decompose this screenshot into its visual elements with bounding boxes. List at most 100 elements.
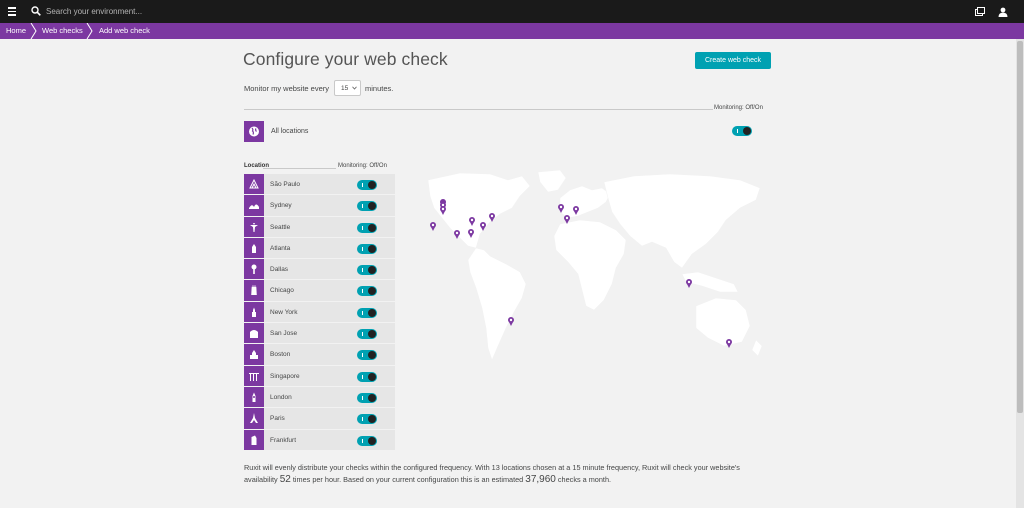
location-icon-box xyxy=(244,280,264,301)
location-icon-box xyxy=(244,216,264,237)
greenland-shape xyxy=(537,169,567,193)
divider xyxy=(244,109,713,110)
location-row-dallas: Dallas xyxy=(244,259,395,281)
location-name: São Paulo xyxy=(270,181,300,188)
frequency-label: Monitor my website every xyxy=(244,84,330,93)
sao-paulo-landmark-icon xyxy=(249,179,259,189)
windows-icon[interactable] xyxy=(975,7,985,16)
sydney-opera-house-icon xyxy=(249,204,259,210)
monitoring-label: Monitoring: Off/On xyxy=(714,105,763,111)
top-bar xyxy=(0,0,1024,23)
frankfurt-building-icon xyxy=(251,435,257,445)
location-row-atlanta: Atlanta xyxy=(244,237,395,260)
location-icon-box xyxy=(244,365,264,386)
singapore-landmark-icon xyxy=(249,372,259,381)
map-pin-icon xyxy=(430,222,436,231)
breadcrumb-separator-icon xyxy=(30,23,37,39)
chevron-down-icon xyxy=(352,86,357,90)
location-name: Boston xyxy=(270,351,291,359)
scrollbar-thumb[interactable] xyxy=(1017,41,1023,413)
frequency-select[interactable]: 15 xyxy=(334,80,361,96)
location-monitoring-toggle[interactable] xyxy=(357,350,377,361)
location-row-boston: Boston xyxy=(244,344,395,366)
page-title: Configure your web check xyxy=(243,49,448,69)
menu-icon[interactable] xyxy=(8,7,16,18)
location-icon-box xyxy=(244,386,264,408)
africa-shape xyxy=(553,219,627,311)
location-name: Singapore xyxy=(270,372,300,380)
location-name: Seattle xyxy=(270,223,291,231)
checks-per-month: 37,960 xyxy=(525,474,556,485)
location-name: San Jose xyxy=(270,330,298,338)
breadcrumb-separator-icon xyxy=(86,23,93,39)
location-row-san-jose: San Jose xyxy=(244,323,395,345)
world-map xyxy=(427,169,763,361)
new-york-building-icon xyxy=(252,307,256,317)
location-monitoring-toggle[interactable] xyxy=(357,180,377,190)
create-web-check-button[interactable]: Create web check xyxy=(695,52,771,69)
breadcrumb: Home Web checks Add web check xyxy=(0,23,1024,39)
location-name: London xyxy=(270,393,292,401)
atlanta-building-icon xyxy=(252,243,256,253)
location-row-singapore: Singapore xyxy=(244,365,395,387)
location-monitoring-toggle[interactable] xyxy=(357,222,377,233)
eiffel-tower-icon xyxy=(250,413,258,424)
location-list: São Paulo Sydney Seattle Atlanta Dallas Chica… xyxy=(244,174,395,451)
all-locations-toggle[interactable] xyxy=(732,126,752,136)
location-row-london: London xyxy=(244,386,395,409)
user-icon[interactable] xyxy=(998,7,1008,17)
location-row-new-york: New York xyxy=(244,301,395,324)
divider xyxy=(263,168,336,169)
monitoring-header: Monitoring: Off/On xyxy=(338,163,387,169)
location-monitoring-toggle[interactable] xyxy=(357,329,377,340)
map-pin-icon xyxy=(686,279,692,288)
europe-shape xyxy=(559,185,611,219)
location-icon-box xyxy=(244,301,264,323)
san-jose-building-icon xyxy=(250,330,258,339)
location-row-frankfurt: Frankfurt xyxy=(244,429,395,451)
location-icon-box xyxy=(244,408,264,429)
location-icon-box xyxy=(244,195,264,216)
continents xyxy=(427,169,763,361)
new-zealand-shape xyxy=(751,339,763,357)
boston-building-icon xyxy=(250,350,258,360)
checks-per-hour: 52 xyxy=(279,474,291,485)
search-input[interactable] xyxy=(46,3,346,20)
location-name: Chicago xyxy=(270,287,294,295)
location-monitoring-toggle[interactable] xyxy=(357,392,377,403)
location-row-chicago: Chicago xyxy=(244,280,395,302)
location-icon-box xyxy=(244,323,264,344)
location-name: Frankfurt xyxy=(270,436,297,444)
location-row-sydney: Sydney xyxy=(244,195,395,217)
space-needle-icon xyxy=(250,222,258,232)
breadcrumb-web-checks[interactable]: Web checks xyxy=(42,23,83,39)
location-monitoring-toggle[interactable] xyxy=(357,286,377,297)
location-name: Sydney xyxy=(270,202,292,210)
location-monitoring-toggle[interactable] xyxy=(357,435,377,446)
breadcrumb-home[interactable]: Home xyxy=(6,23,26,39)
globe-icon xyxy=(244,121,264,142)
location-icon-box xyxy=(244,174,264,195)
location-name: Dallas xyxy=(270,266,289,274)
frequency-value: 15 xyxy=(341,85,349,92)
location-monitoring-toggle[interactable] xyxy=(357,201,377,212)
search-icon[interactable] xyxy=(31,6,41,16)
footer-text-2: times per hour. Based on your current co… xyxy=(292,475,524,484)
big-ben-icon xyxy=(252,392,256,402)
footer-text-3: checks a month. xyxy=(557,475,612,484)
footer-summary: Ruxit will evenly distribute your checks… xyxy=(244,462,774,486)
location-icon-box xyxy=(244,237,264,259)
location-row-paris: Paris xyxy=(244,408,395,430)
location-name: Atlanta xyxy=(270,244,291,252)
location-monitoring-toggle[interactable] xyxy=(357,243,377,254)
location-monitoring-toggle[interactable] xyxy=(357,265,377,276)
location-row-s-o-paulo: São Paulo xyxy=(244,174,395,196)
map-pin-icon xyxy=(726,339,732,348)
chicago-tower-icon xyxy=(251,285,257,296)
location-icon-box xyxy=(244,259,264,280)
location-monitoring-toggle[interactable] xyxy=(357,414,377,425)
location-monitoring-toggle[interactable] xyxy=(357,307,377,318)
location-monitoring-toggle[interactable] xyxy=(357,371,377,382)
scrollbar[interactable] xyxy=(1016,39,1024,508)
location-name: New York xyxy=(270,308,298,316)
